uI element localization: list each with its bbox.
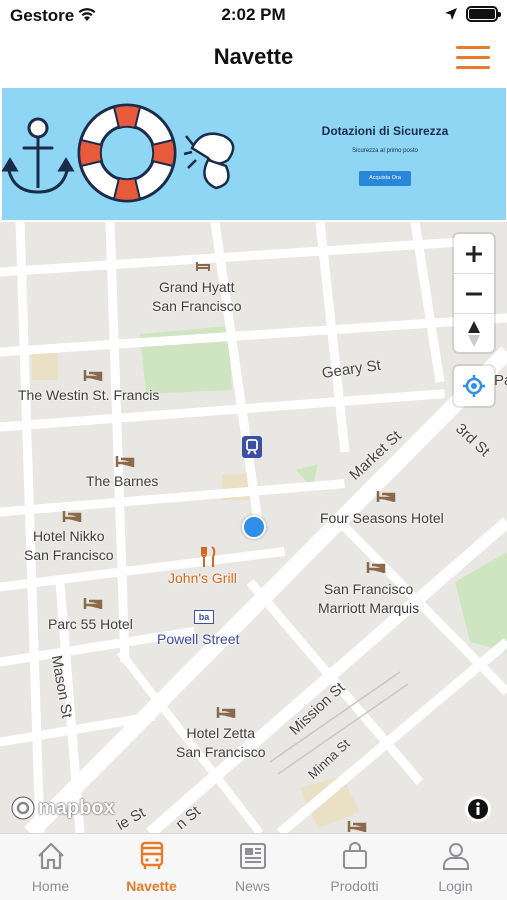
map-label-grand-hyatt: Grand Hyatt San Francisco xyxy=(152,279,242,314)
hotel-icon xyxy=(216,707,236,718)
zoom-controls xyxy=(454,234,494,352)
minus-icon xyxy=(466,292,482,295)
mapbox-icon xyxy=(11,796,35,820)
safety-gear-illustration xyxy=(2,103,235,203)
tab-prodotti[interactable]: Prodotti xyxy=(304,834,405,900)
user-icon xyxy=(443,843,469,870)
crosshair-icon xyxy=(463,375,485,397)
hotel-icon xyxy=(115,456,135,467)
home-icon xyxy=(38,842,64,870)
hotel-icon xyxy=(196,262,210,271)
hamburger-menu-icon[interactable] xyxy=(456,46,490,70)
hotel-icon xyxy=(366,562,386,573)
restaurant-icon xyxy=(201,546,216,567)
tab-login[interactable]: Login xyxy=(405,834,506,900)
status-bar: Gestore 2:02 PM xyxy=(0,0,507,30)
anchor-icon xyxy=(2,117,75,194)
page-title: Navette xyxy=(213,44,294,69)
zoom-in-button[interactable] xyxy=(454,234,494,273)
locate-me-button[interactable] xyxy=(454,366,494,406)
map-view[interactable]: ba Grand Hyatt San Francisco The Westin … xyxy=(0,222,507,833)
zoom-out-button[interactable] xyxy=(454,274,494,313)
tab-news-label: News xyxy=(234,878,270,894)
mapbox-attribution: mapbox xyxy=(38,796,115,819)
promo-banner[interactable]: Dotazioni di Sicurezza Sicurezza al prim… xyxy=(2,88,506,220)
map-label-four-seasons: Four Seasons Hotel xyxy=(320,510,444,526)
tab-home[interactable]: Home xyxy=(0,834,101,900)
map-label-powell: Powell Street xyxy=(157,631,240,647)
tab-bar: Home Navette News Prodotti Login xyxy=(0,833,507,900)
lifebuoy-icon xyxy=(77,103,177,203)
nav-bar: Navette xyxy=(0,30,507,86)
compass-button[interactable] xyxy=(454,314,494,353)
hotel-icon xyxy=(62,511,82,522)
tab-login-label: Login xyxy=(438,878,473,894)
info-icon[interactable] xyxy=(465,796,491,822)
map-label-nikko: Hotel Nikko San Francisco xyxy=(24,528,114,563)
tab-news[interactable]: News xyxy=(202,834,303,900)
tab-prodotti-label: Prodotti xyxy=(330,878,379,894)
shopping-bag-icon xyxy=(343,842,367,869)
map-label-parc55: Parc 55 Hotel xyxy=(48,616,133,632)
street-label-right-edge: Pa xyxy=(494,372,507,389)
newspaper-icon xyxy=(240,843,266,869)
map-label-johns-grill: John's Grill xyxy=(168,570,237,586)
map-label-zetta: Hotel Zetta San Francisco xyxy=(176,725,266,760)
tab-navette-label: Navette xyxy=(126,878,177,894)
user-location-dot xyxy=(242,515,266,539)
map-label-marriott: San Francisco Marriott Marquis xyxy=(318,581,420,616)
location-arrow-icon xyxy=(445,8,457,20)
banner-buy-button[interactable]: Acquista Ora xyxy=(359,171,411,186)
bus-icon xyxy=(140,841,164,869)
hotel-icon xyxy=(376,491,396,502)
map-label-westin: The Westin St. Francis xyxy=(18,387,160,403)
banner-subtitle: Sicurezza al primo posto xyxy=(352,148,418,154)
status-time: 2:02 PM xyxy=(221,5,286,24)
battery-icon xyxy=(466,6,501,22)
banner-title: Dotazioni di Sicurezza xyxy=(321,124,449,138)
hotel-icon xyxy=(347,821,367,832)
hotel-icon xyxy=(83,370,103,381)
hotel-icon xyxy=(83,598,103,609)
tab-home-label: Home xyxy=(31,878,70,894)
map-label-barnes: The Barnes xyxy=(86,473,159,489)
compass-icon xyxy=(468,320,480,347)
bart-icon: ba xyxy=(194,610,214,624)
train-station-icon xyxy=(242,436,262,458)
whistle-icon xyxy=(183,132,235,190)
plus-icon xyxy=(466,245,482,262)
tab-navette[interactable]: Navette xyxy=(101,834,202,900)
mapbox-logo[interactable]: mapbox xyxy=(10,795,115,821)
